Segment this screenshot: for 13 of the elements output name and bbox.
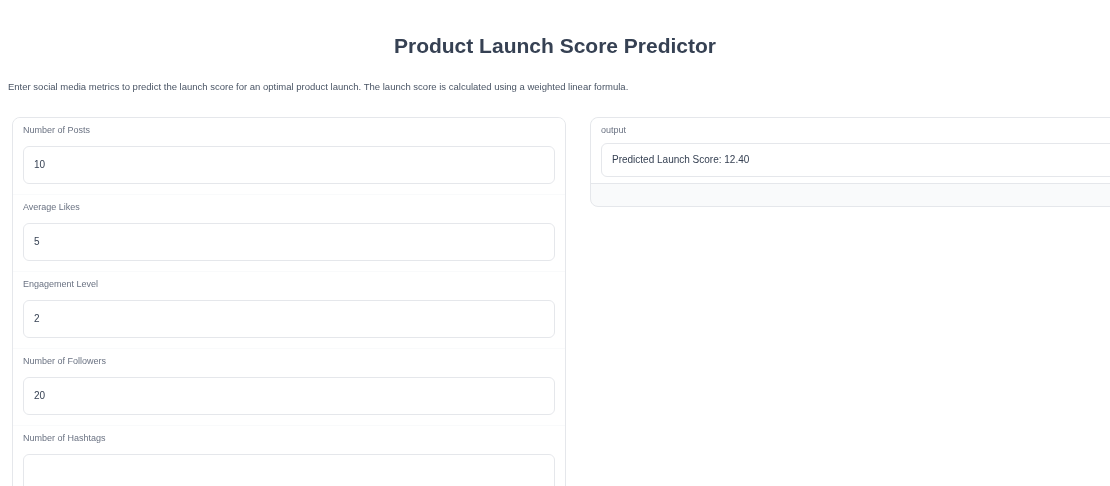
number-input[interactable]: 2 [23, 299, 555, 338]
output-label: output [601, 124, 628, 137]
page-title: Product Launch Score Predictor [392, 33, 718, 59]
field-label: Number of Followers [23, 355, 108, 368]
field-label: Engagement Level [23, 278, 100, 291]
field-label: Number of Posts [23, 124, 92, 137]
number-input[interactable] [23, 453, 555, 486]
number-input[interactable]: 5 [23, 222, 555, 261]
number-input[interactable]: 20 [23, 376, 555, 415]
field-label: Average Likes [23, 201, 81, 214]
description-text: Enter social media metrics to predict the launch score for an optimal product launch. The launch score is calculated using a weighted linear formula. [8, 80, 629, 94]
number-input[interactable]: 10 [23, 145, 555, 184]
field-label: Number of Hashtags [23, 432, 107, 445]
